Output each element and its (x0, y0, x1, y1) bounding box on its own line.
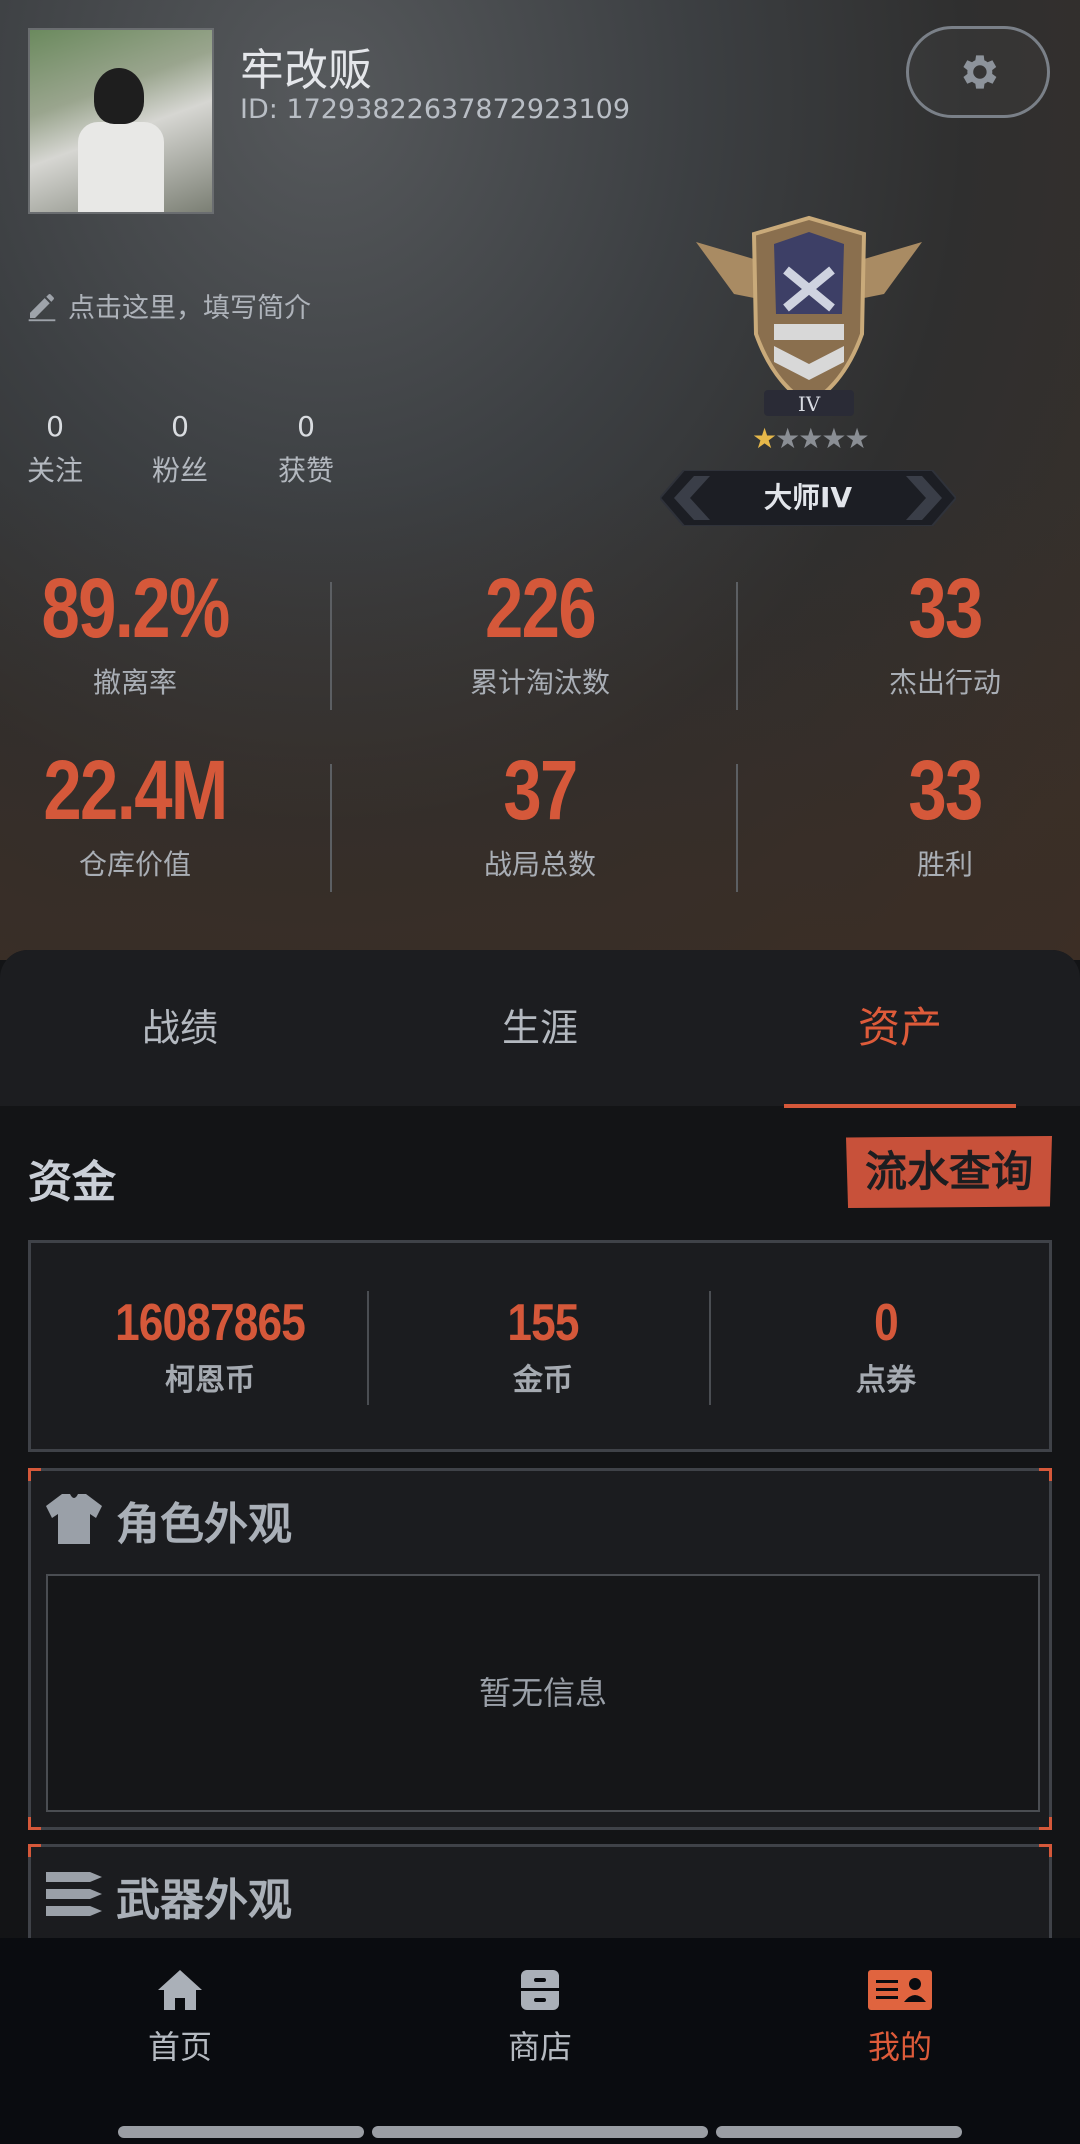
bio-placeholder: 点击这里，填写简介 (68, 293, 311, 324)
gear-icon (963, 55, 997, 89)
following-count[interactable]: 0 关注 (0, 410, 110, 489)
stat-wins: 33 胜利 (795, 742, 1080, 883)
stat-outstanding-actions: 33 杰出行动 (795, 560, 1080, 701)
funds-item-gold: 155 金币 (378, 1293, 708, 1399)
likes-number: 0 (297, 410, 315, 443)
stat-label: 撤离率 (92, 666, 177, 699)
likes-count[interactable]: 0 获赞 (251, 410, 361, 489)
stat-value: 89.2% (41, 561, 230, 655)
stat-extraction-rate: 89.2% 撤离率 (0, 560, 285, 701)
star-empty-icon: ★ (821, 422, 846, 455)
stat-warehouse-value: 22.4M 仓库价值 (0, 742, 285, 883)
funds-value: 0 (874, 1294, 899, 1352)
stat-value: 37 (503, 743, 578, 837)
home-icon (158, 1970, 202, 2010)
funds-label: 金币 (513, 1363, 573, 1398)
settings-button[interactable] (906, 26, 1050, 118)
star-empty-icon: ★ (798, 422, 823, 455)
nav-profile[interactable]: 我的 (750, 1968, 1050, 2068)
gesture-bar (118, 2126, 364, 2138)
star-filled-icon: ★ (752, 422, 777, 455)
nav-shop-label: 商店 (507, 2028, 572, 2066)
star-empty-icon: ★ (844, 422, 869, 455)
funds-item-koen: 16087865 柯恩币 (45, 1293, 375, 1399)
pencil-icon (28, 293, 56, 321)
tab-career[interactable]: 生涯 (360, 950, 720, 1106)
stat-label: 杰出行动 (888, 666, 1001, 699)
stat-label: 战局总数 (483, 848, 596, 881)
avatar[interactable] (28, 28, 214, 214)
weapon-appearance-title: 武器外观 (116, 1875, 292, 1926)
rank-stars: ★★★★★ (752, 422, 870, 455)
shop-icon (521, 1970, 559, 2010)
following-number: 0 (46, 410, 64, 443)
funds-item-coupon: 0 点券 (721, 1293, 1051, 1399)
stat-total-matches: 37 战局总数 (390, 742, 690, 883)
bio-edit-link[interactable]: 点击这里，填写简介 (26, 286, 311, 325)
empty-state: 暂无信息 (46, 1574, 1040, 1812)
funds-value: 155 (507, 1294, 579, 1352)
funds-title: 资金 (28, 1157, 116, 1208)
stat-value: 22.4M (43, 743, 228, 837)
followers-count[interactable]: 0 粉丝 (125, 410, 235, 489)
gesture-bar (716, 2126, 962, 2138)
tab-bar: 战绩 生涯 资产 (0, 950, 1080, 1106)
divider (736, 582, 738, 710)
followers-number: 0 (171, 410, 189, 443)
following-label: 关注 (26, 454, 83, 487)
star-empty-icon: ★ (775, 422, 800, 455)
active-tab-indicator (784, 1104, 1016, 1108)
bottom-navigation: 首页 商店 我的 (0, 1938, 1080, 2144)
rank-badge-icon: IV (696, 215, 922, 416)
followers-label: 粉丝 (151, 454, 208, 487)
stat-value: 226 (484, 561, 597, 655)
nav-profile-label: 我的 (867, 2028, 932, 2066)
rank-title: 大师IV (763, 481, 853, 514)
nav-home[interactable]: 首页 (30, 1968, 330, 2068)
username: 牢改贩 (240, 45, 372, 96)
divider (330, 764, 332, 892)
rank-numeral: IV (798, 392, 821, 416)
transaction-history-button[interactable]: 流水查询 (846, 1136, 1052, 1208)
divider (367, 1291, 369, 1405)
stat-value: 33 (908, 561, 983, 655)
funds-label: 点券 (856, 1363, 916, 1398)
funds-summary: 16087865 柯恩币 155 金币 0 点券 (28, 1240, 1052, 1452)
shirt-icon (46, 1494, 102, 1544)
stat-label: 胜利 (916, 848, 973, 881)
divider (736, 764, 738, 892)
funds-label: 柯恩币 (165, 1363, 255, 1398)
nav-shop[interactable]: 商店 (390, 1968, 690, 2068)
stat-total-kills: 226 累计淘汰数 (390, 560, 690, 701)
divider (709, 1291, 711, 1405)
stat-label: 仓库价值 (78, 848, 191, 881)
user-id: ID: 1729382263787292310​9 (240, 94, 630, 125)
ammo-icon (46, 1872, 102, 1916)
likes-label: 获赞 (277, 454, 334, 487)
gesture-bar (372, 2126, 708, 2138)
tab-assets[interactable]: 资产 (720, 950, 1080, 1106)
divider (330, 582, 332, 710)
tab-record[interactable]: 战绩 (0, 950, 360, 1106)
stat-value: 33 (908, 743, 983, 837)
profile-card-icon (868, 1970, 932, 2010)
stat-label: 累计淘汰数 (469, 666, 610, 699)
funds-value: 16087865 (115, 1294, 306, 1352)
character-appearance-title: 角色外观 (116, 1499, 292, 1550)
nav-home-label: 首页 (147, 2028, 212, 2066)
